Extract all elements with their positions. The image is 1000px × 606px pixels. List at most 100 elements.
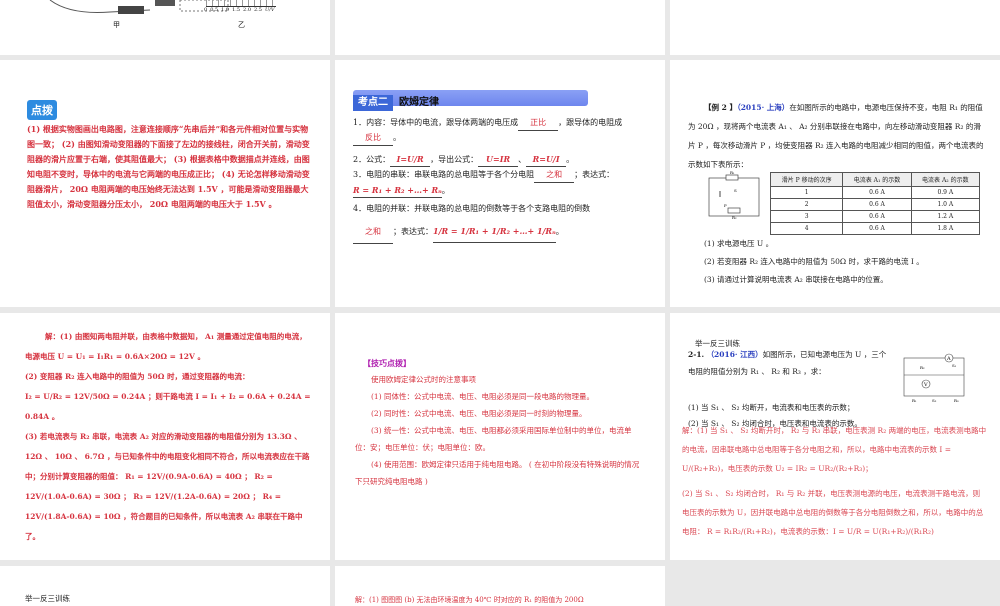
answer: R = R₁ + R₂ +…+ Rₙ [353,183,442,198]
axis-unit: U/V [264,7,275,13]
text: 3．电阻的串联：串联电路的总电阻等于各个分电阻 [353,170,535,179]
circuit-diagram: R₁ S P R₂ [708,170,760,220]
answer: 1/R = 1/R₁ + 1/R₂ +…+ 1/Rₙ [433,220,556,243]
solution-text: 解：(1) 当 S₁ 、 S₂ 均断开时， R₂ 与 R₃ 串联，电压表测 R₂… [682,421,987,541]
tick: 1.5 [232,7,241,13]
table-header: 电流表 A₁ 的示数 [842,172,912,187]
point-3: 3．电阻的串联：串联电路的总电阻等于各个分电阻 之和 ；表达式： R = R₁ + R… [353,168,648,198]
data-table: 滑片 P 移动的次序 电流表 A₁ 的示数 电流表 A₂ 的示数 1 0.6 A 0.9… [769,172,981,235]
slider-label: P [724,203,727,208]
cell: 0.6 A [842,210,912,223]
slide-11[interactable]: 解：(1) 图图图 (b) 无法由环境温度为 40℃ 时对应的 R₁ 的阻值为 … [335,566,665,606]
tick: 2.5 [254,7,262,13]
cell: 1.2 A [910,210,981,223]
practice-heading: 举一反三训练 [25,594,70,603]
tip-item: (3) 统一性：公式中电流、电压、电阻都必须采用国际单位制中的单位，电流单位：安… [355,426,632,452]
problem-source: （2016· 江西） [706,350,763,359]
answer: I=U/R [390,152,431,167]
cell: 1 [769,186,844,199]
solution-1: 解：(1) 当 S₁ 、 S₂ 均断开时， R₂ 与 R₃ 串联，电压表测 R₂… [682,426,987,473]
solution-2b: I₂ = U/R₂ = 12V/50Ω = 0.24A ；则干路电流 I = I… [25,392,311,421]
r1-label: R₁ [730,170,735,175]
tip-item: (2) 同时性：公式中电流、电压、电阻必须是同一时刻的物理量。 [371,409,587,418]
tick: 2.0 [243,7,251,13]
slide-7[interactable]: 解：(1) 由图知两电阻并联，由表格中数据知， A₁ 测量通过定值电阻的电流，电… [0,313,330,560]
s2-label: S₂ [932,398,937,403]
cell: 3 [769,210,844,223]
slide-4[interactable]: 点拨 (1) 根据实物图画出电路图，注意连接顺序“先串后并”和各元件相对位置与实… [0,60,330,307]
voltmeter-label: V [923,382,928,388]
solution-3: (3) 若电流表与 R₂ 串联，电流表 A₂ 对应的滑动变阻器的电阻值分别为 1… [25,432,310,541]
text: ；表达式： [393,227,433,236]
cell: 1.0 A [910,198,981,211]
answer: R=U/I [526,152,567,167]
tip-badge: 点拨 [27,100,57,120]
text: 4．电阻的并联：并联电路的总电阻的倒数等于各个支路电阻的倒数 [353,204,591,213]
tip-list: 使用欧姆定律公式时的注意事项 (1) 同体性：公式中电流、电压、电阻必须是同一段… [355,371,645,490]
slide-3[interactable] [670,0,1000,55]
cell: 0.6 A [842,222,912,235]
answer: U=IR [478,152,519,167]
question-2: (2) 若变阻器 R₂ 连入电路中的阻值为 50Ω 时，求干路的电流 I 。 [704,257,924,266]
table-row: 3 0.6 A 1.2 A [769,210,981,223]
table-row: 2 0.6 A 1.0 A [769,198,981,211]
cell: 0.6 A [842,198,912,211]
answer: 正比 [518,116,559,131]
solution-text: 解：(1) 图图图 (b) 无法由环境温度为 40℃ 时对应的 R₁ 的阻值为 … [355,596,584,604]
answer: 反比 [353,131,393,146]
section-tag: 考点二 [353,95,393,111]
circuit-diagram: A V R₁ R₂ R₃ S₁ S₂ [903,353,965,403]
slide-2[interactable] [335,0,665,55]
label-yi: 乙 [238,21,245,29]
tick: 0 [204,7,208,13]
example-stem: 【例 2 】（2015· 上海）在如图所示的电路中，电源电压保持不变，电阻 R₁… [688,98,988,174]
r2-label: R₂ [732,215,737,220]
point-1: 1．内容：导体中的电流，跟导体两端的电压成 正比 ，跟导体的电阻成反比。 [353,116,648,146]
stem-text: 在如图所示的电路中，电源电压保持不变，电阻 R₁ 的阻值为 20Ω ，现将两个电… [688,103,984,169]
cell: 1.8 A [910,222,981,235]
cell: 4 [769,222,844,235]
label-jia: 甲 [113,21,120,29]
solution-2: (2) 变阻器 R₂ 连入电路中的阻值为 50Ω 时，通过变阻器的电流： [25,372,250,381]
r3-label: R₃ [954,398,959,403]
point-2: 2．公式： I=U/R ，导出公式： U=IR、 R=U/I。 [353,152,648,167]
solution-text: 解：(1) 由图知两电阻并联，由表格中数据知， A₁ 测量通过定值电阻的电流，电… [25,327,313,547]
cell: 0.6 A [842,186,912,199]
text: ，导出公式： [430,155,479,164]
solution-2: (2) 当 S₁ 、 S₂ 均闭合时， R₁ 与 R₂ 并联，电压表测电源的电压… [682,489,984,536]
example-label: 【例 2 】 [704,103,737,112]
ammeter-label: A [946,356,951,362]
r2-label: R₂ [920,365,925,370]
slide-10[interactable]: 举一反三训练 [0,566,330,606]
tick: 0.5 [210,7,219,13]
graph-axis [206,0,276,7]
text: ；表达式： [574,170,615,179]
answer: 之和 [534,168,575,183]
practice-stem: 2-1. （2016· 江西）如图所示，已知电源电压为 U ，三个电阻的阻值分别… [688,346,888,380]
tip-text: (1) 根据实物图画出电路图，注意连接顺序“先串后并”和各元件相对位置与实物图一… [27,124,310,209]
tip-item: (4) 使用范围：欧姆定律只适用于纯电阻电路。 ( 在初中阶段没有特殊说明的情况… [355,460,640,486]
answer: 之和 [353,221,393,244]
table-header: 电流表 A₂ 的示数 [910,172,981,187]
s1-label: S₁ [952,363,957,368]
tip-item: (1) 同体性：公式中电流、电压、电阻必须是同一段电路的物理量。 [371,392,595,401]
slide-9[interactable]: 举一反三训练 2-1. （2016· 江西）如图所示，已知电源电压为 U ，三个… [670,313,1000,560]
switch-label: S [734,188,737,193]
slide-8[interactable]: 【技巧点拨】 使用欧姆定律公式时的注意事项 (1) 同体性：公式中电流、电压、电… [335,313,665,560]
point-4: 4．电阻的并联：并联电路的总电阻的倒数等于各个支路电阻的倒数之和 ；表达式：1/R… [353,198,648,244]
tip-intro: 使用欧姆定律公式时的注意事项 [371,375,476,384]
text: 1．内容：导体中的电流，跟导体两端的电压成 [353,118,519,127]
slide-1[interactable]: 甲 0 0.5 1.0 1.5 2.0 2.5 U/V 乙 [0,0,330,55]
question-1: (1) 求电源电压 U 。 [704,239,774,248]
table-row: 1 0.6 A 0.9 A [769,186,981,199]
slide-6[interactable]: 【例 2 】（2015· 上海）在如图所示的电路中，电源电压保持不变，电阻 R₁… [670,60,1000,307]
table-row: 4 0.6 A 1.8 A [769,222,981,235]
axis-ticks: 0 0.5 1.0 1.5 2.0 2.5 U/V [204,7,274,13]
slide-5[interactable]: 考点二 欧姆定律 1．内容：导体中的电流，跟导体两端的电压成 正比 ，跟导体的电阻成反… [335,60,665,307]
section-header: 考点二 欧姆定律 [353,90,588,111]
tick: 1.0 [221,7,230,13]
question-3: (3) 请通过计算说明电流表 A₂ 串联接在电路中的位置。 [704,275,888,284]
tip-title: 【技巧点拨】 [363,358,411,368]
question-1: (1) 当 S₁ 、 S₂ 均断开，电流表和电压表的示数； [688,403,855,412]
example-source: （2015· 上海） [736,103,790,112]
